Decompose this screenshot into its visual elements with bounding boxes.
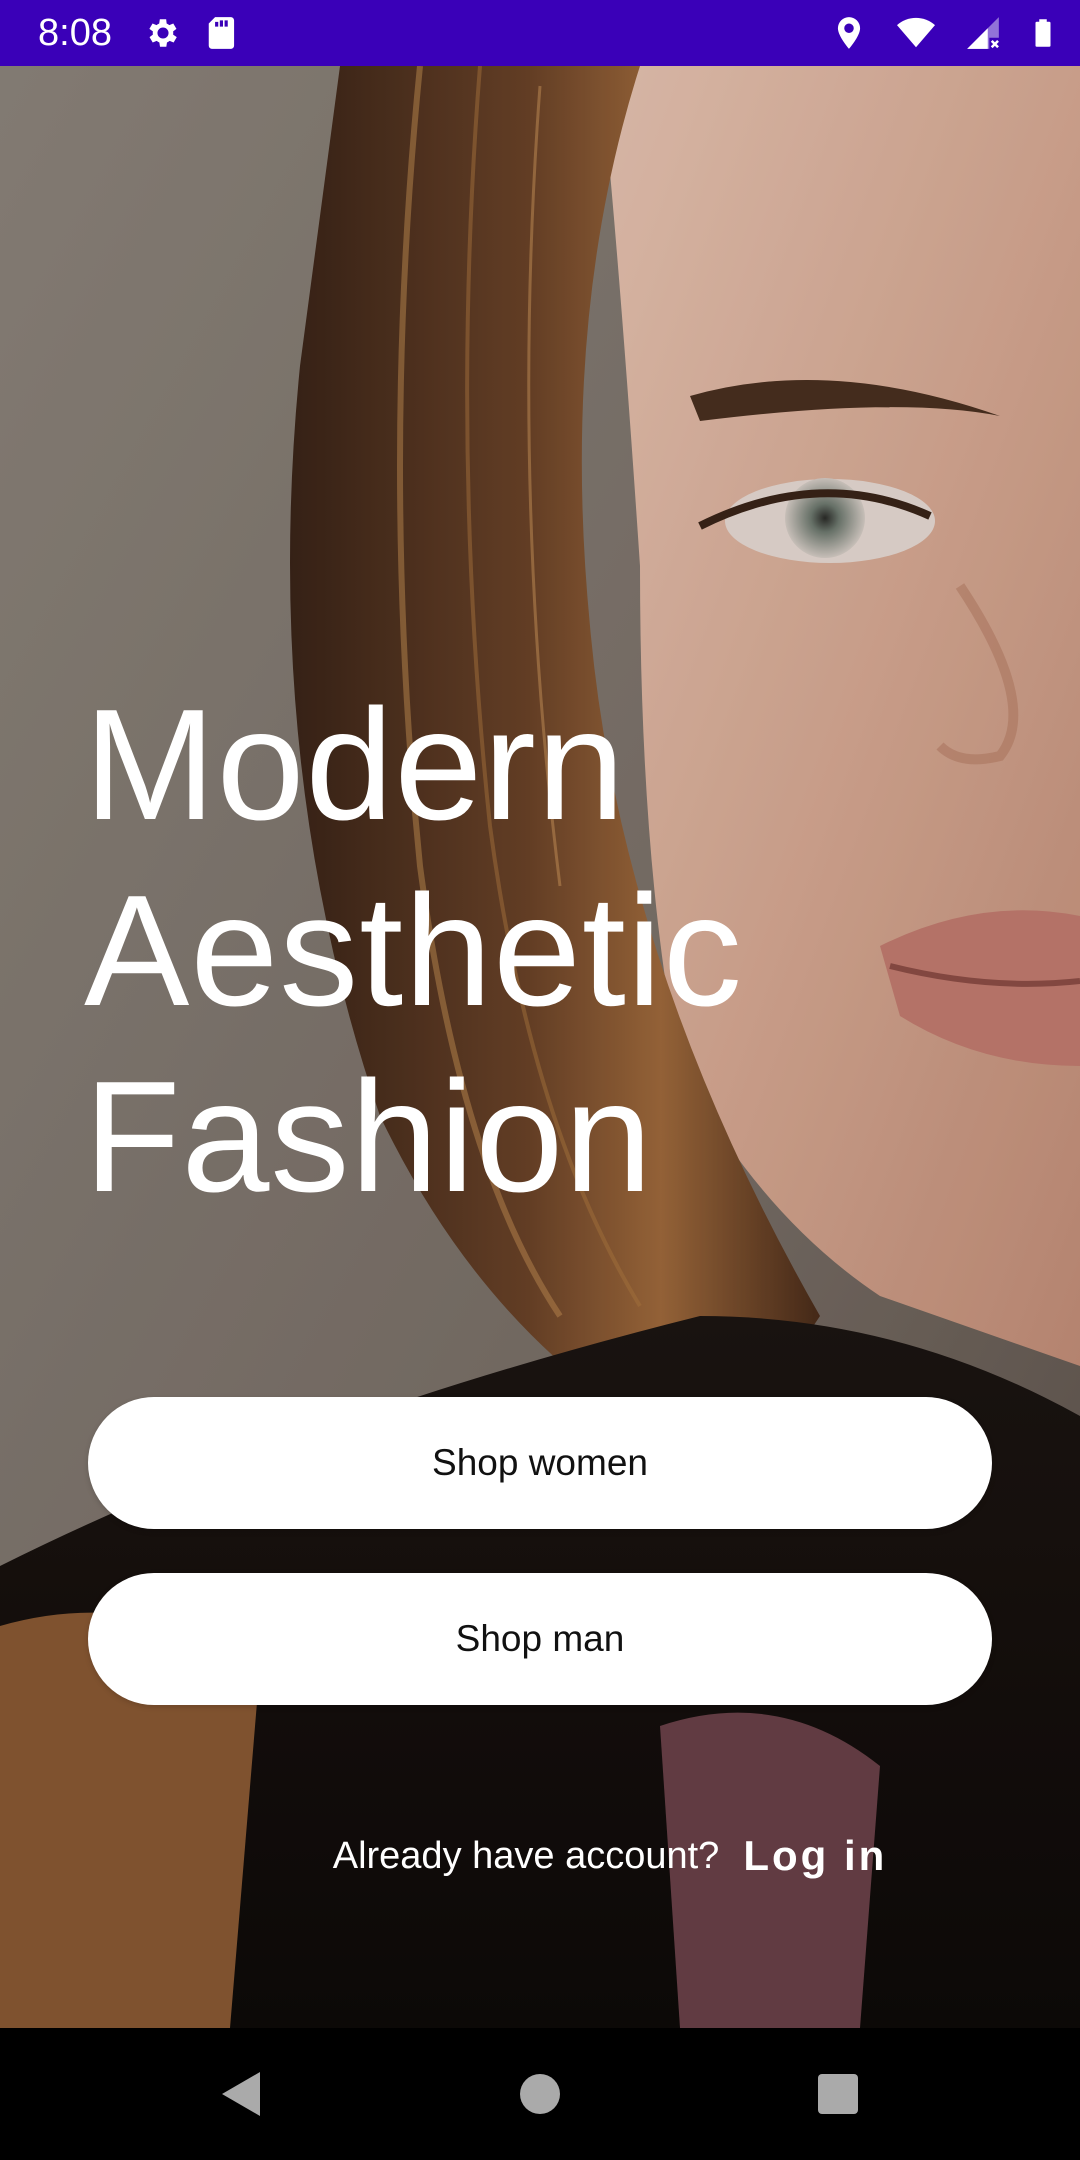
sd-card-icon (208, 17, 235, 49)
login-link[interactable]: Log in (743, 1832, 887, 1880)
app-screen: 8:08 Modern Aesthetic Fashion Shop women… (0, 0, 1080, 2160)
wifi-icon (897, 17, 935, 48)
location-icon (837, 17, 861, 49)
back-icon (222, 2072, 260, 2116)
nav-home-button[interactable] (474, 2028, 606, 2160)
status-time: 8:08 (38, 12, 112, 54)
status-left-icons (144, 14, 242, 52)
battery-icon (1035, 19, 1051, 47)
home-icon (520, 2074, 560, 2114)
login-prompt: Already have account? Log in (0, 1826, 1080, 1886)
hero-headline: Modern Aesthetic Fashion (84, 672, 984, 1230)
status-bar: 8:08 (0, 0, 1080, 66)
shop-women-button[interactable]: Shop women (88, 1397, 992, 1529)
headline-line-2: Aesthetic (84, 863, 743, 1039)
nav-recents-button[interactable] (772, 2028, 904, 2160)
gear-icon (149, 19, 177, 47)
headline-line-1: Modern (84, 677, 626, 853)
navigation-bar (0, 2028, 1080, 2160)
headline-line-3: Fashion (84, 1049, 654, 1225)
login-question-text: Already have account? (332, 1834, 720, 1877)
cell-signal-icon (967, 17, 1002, 52)
recents-icon (818, 2074, 858, 2114)
nav-back-button[interactable] (174, 2028, 306, 2160)
status-right-icons (830, 14, 1058, 52)
shop-man-button[interactable]: Shop man (88, 1573, 992, 1705)
